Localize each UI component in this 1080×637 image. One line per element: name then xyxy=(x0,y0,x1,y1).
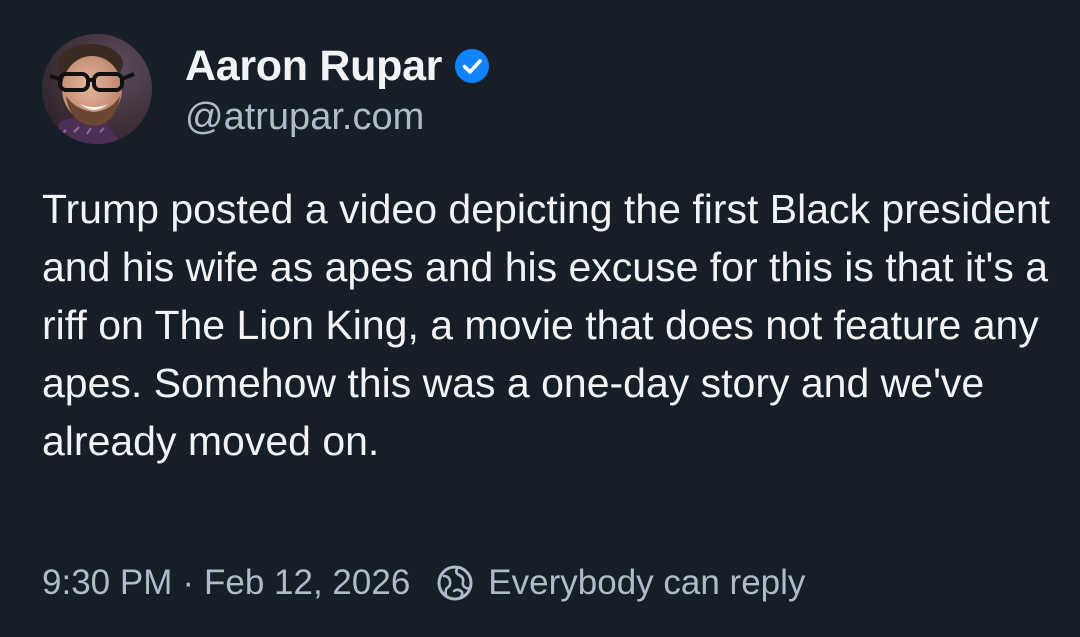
post: Aaron Rupar @atrupar.com Trump posted a … xyxy=(0,0,1080,637)
post-date[interactable]: Feb 12, 2026 xyxy=(204,563,410,603)
meta-separator: · xyxy=(182,563,195,602)
reply-setting[interactable]: Everybody can reply xyxy=(488,563,805,603)
post-time[interactable]: 9:30 PM xyxy=(42,563,172,603)
verified-badge-icon xyxy=(454,48,490,84)
author-handle[interactable]: @atrupar.com xyxy=(185,96,424,139)
avatar-photo-icon xyxy=(42,34,152,144)
author-avatar[interactable] xyxy=(42,34,152,144)
author-display-name[interactable]: Aaron Rupar xyxy=(185,42,442,91)
post-text: Trump posted a video depicting the first… xyxy=(42,186,1051,464)
post-meta: 9:30 PM · Feb 12, 2026 Everybody can rep… xyxy=(42,558,805,608)
globe-icon xyxy=(436,564,474,602)
author-name-row: Aaron Rupar xyxy=(185,38,490,94)
